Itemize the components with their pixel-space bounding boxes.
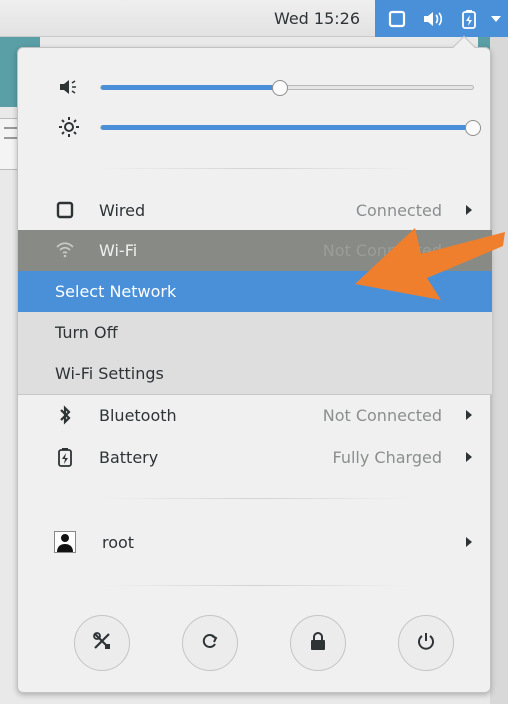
wired-expand-arrow xyxy=(466,205,472,215)
brightness-row xyxy=(18,113,492,141)
volume-row xyxy=(18,73,492,101)
bluetooth-row[interactable]: Bluetooth Not Connected xyxy=(18,395,492,436)
rotation-lock-button[interactable] xyxy=(182,615,238,671)
wired-network-icon xyxy=(54,199,76,221)
bluetooth-label: Bluetooth xyxy=(99,406,177,425)
volume-slider-fill xyxy=(101,85,280,90)
battery-status: Fully Charged xyxy=(332,448,442,467)
select-network-label: Select Network xyxy=(55,282,177,301)
wifi-settings-label: Wi-Fi Settings xyxy=(55,364,164,383)
lock-button[interactable] xyxy=(290,615,346,671)
chevron-down-icon xyxy=(487,0,505,37)
settings-button[interactable] xyxy=(74,615,130,671)
wired-row[interactable]: Wired Connected xyxy=(18,190,492,231)
turn-off-label: Turn Off xyxy=(55,323,118,342)
separator xyxy=(100,585,412,586)
power-button[interactable] xyxy=(398,615,454,671)
separator xyxy=(100,168,412,169)
volume-slider[interactable] xyxy=(100,80,474,96)
clock[interactable]: Wed 15:26 xyxy=(262,0,372,37)
wifi-settings-item[interactable]: Wi-Fi Settings xyxy=(18,353,492,394)
top-bar: Wed 15:26 xyxy=(0,0,508,37)
user-row[interactable]: root xyxy=(18,522,492,563)
separator xyxy=(100,498,412,499)
select-network-item[interactable]: Select Network xyxy=(18,271,492,312)
system-status-area[interactable] xyxy=(375,0,508,37)
rotation-lock-icon xyxy=(200,631,220,655)
user-label: root xyxy=(102,533,135,552)
wired-status: Connected xyxy=(355,201,442,220)
battery-icon xyxy=(457,0,481,37)
battery-expand-arrow xyxy=(466,452,472,462)
bluetooth-icon xyxy=(54,404,76,426)
settings-icon xyxy=(91,630,113,656)
volume-icon xyxy=(58,76,80,98)
wifi-label: Wi-Fi xyxy=(99,241,138,260)
brightness-slider[interactable] xyxy=(100,120,481,136)
display-icon xyxy=(384,0,410,37)
bluetooth-expand-arrow xyxy=(466,410,472,420)
volume-icon xyxy=(419,0,447,37)
brightness-slider-handle[interactable] xyxy=(465,120,481,136)
battery-icon xyxy=(54,446,76,468)
system-menu: Wired Connected Wi-Fi Not Connected Sele… xyxy=(17,35,492,693)
wired-label: Wired xyxy=(99,201,146,220)
user-expand-arrow xyxy=(466,537,472,547)
wifi-status: Not Connected xyxy=(322,241,442,260)
battery-row[interactable]: Battery Fully Charged xyxy=(18,437,492,478)
power-icon xyxy=(416,631,436,655)
wifi-icon xyxy=(54,239,76,261)
user-avatar-icon xyxy=(54,531,76,553)
brightness-icon xyxy=(58,116,80,138)
battery-label: Battery xyxy=(99,448,159,467)
desktop-right-edge xyxy=(490,37,508,704)
wifi-row[interactable]: Wi-Fi Not Connected xyxy=(18,230,492,271)
brightness-slider-fill xyxy=(101,125,473,130)
bluetooth-status: Not Connected xyxy=(322,406,442,425)
wifi-submenu: Select Network Turn Off Wi-Fi Settings xyxy=(18,271,492,395)
volume-slider-handle[interactable] xyxy=(271,80,288,96)
turn-off-item[interactable]: Turn Off xyxy=(18,312,492,353)
lock-icon xyxy=(309,631,327,655)
